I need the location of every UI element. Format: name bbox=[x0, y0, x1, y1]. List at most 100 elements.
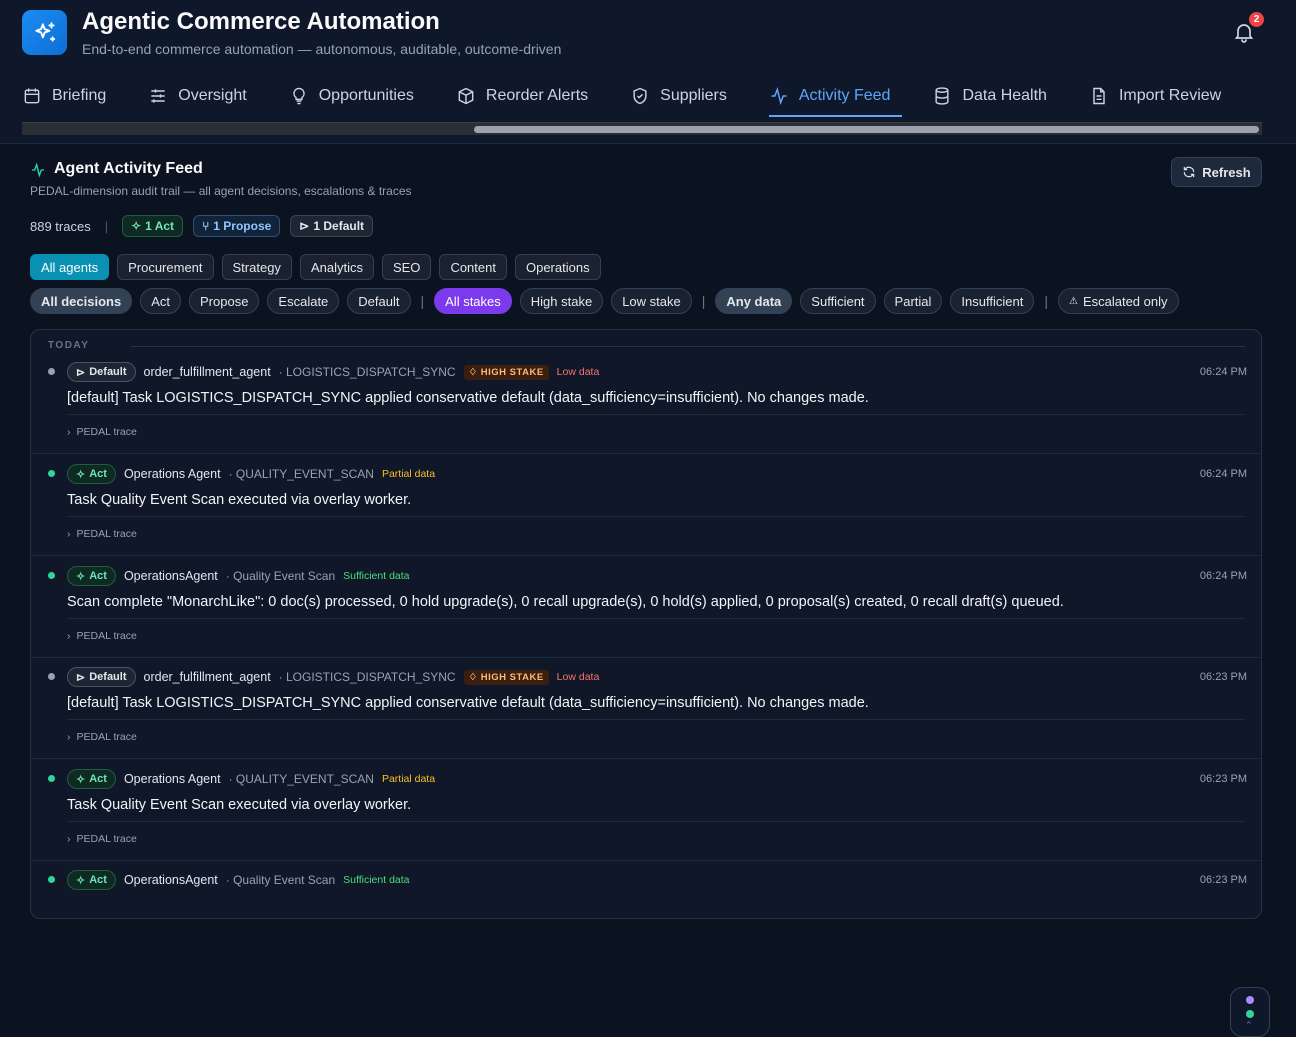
entry-time: 06:23 PM bbox=[1199, 874, 1247, 886]
entry-message: [default] Task LOGISTICS_DISPATCH_SYNC a… bbox=[67, 390, 869, 406]
refresh-button[interactable]: Refresh bbox=[1171, 157, 1262, 187]
filter-strategy[interactable]: Strategy bbox=[221, 254, 292, 280]
decision-badge: ✧ Act bbox=[67, 464, 116, 484]
main-tabs: Briefing Oversight Opportunities Reorder… bbox=[22, 76, 1282, 120]
entry-meta: ⊳ Default order_fulfillment_agent · LOGISTI… bbox=[67, 667, 599, 687]
filter-any-data[interactable]: Any data bbox=[715, 288, 793, 314]
document-icon bbox=[1093, 87, 1105, 105]
trace-label: PEDAL trace bbox=[76, 731, 137, 743]
trace-label: PEDAL trace bbox=[76, 630, 137, 642]
act-count-chip: ✧ 1 Act bbox=[122, 215, 184, 237]
agent-name: OperationsAgent bbox=[123, 569, 218, 583]
data-quality-label: Sufficient data bbox=[343, 874, 410, 886]
entry-time: 06:24 PM bbox=[1199, 570, 1247, 582]
entry-time: 06:23 PM bbox=[1199, 773, 1247, 785]
divider bbox=[67, 414, 1245, 415]
tab-reorder-alerts[interactable]: Reorder Alerts bbox=[456, 76, 600, 116]
sparkles-icon bbox=[34, 21, 55, 42]
section-subtitle: PEDAL-dimension audit trail — all agent … bbox=[30, 184, 412, 198]
pedal-trace-toggle[interactable]: › PEDAL trace bbox=[67, 426, 137, 438]
stake-label: HIGH STAKE bbox=[480, 366, 544, 378]
filter-escalated-only[interactable]: ⚠ Escalated only bbox=[1057, 288, 1179, 314]
tab-oversight[interactable]: Oversight bbox=[148, 76, 258, 116]
entry-time: 06:23 PM bbox=[1199, 671, 1247, 683]
entry-time: 06:24 PM bbox=[1199, 366, 1247, 378]
refresh-label: Refresh bbox=[1202, 164, 1251, 180]
agent-name: order_fulfillment_agent bbox=[143, 365, 271, 379]
filter-content[interactable]: Content bbox=[439, 254, 507, 280]
entry-meta: ✧ Act OperationsAgent · Quality Event Scan S… bbox=[67, 566, 410, 586]
tab-briefing[interactable]: Briefing bbox=[22, 76, 118, 116]
decision-badge: ⊳ Default bbox=[67, 667, 136, 687]
tab-suppliers[interactable]: Suppliers bbox=[630, 76, 739, 116]
filter-insufficient[interactable]: Insufficient bbox=[950, 288, 1035, 314]
stake-badge: ♢ HIGH STAKE bbox=[463, 669, 549, 685]
filter-analytics[interactable]: Analytics bbox=[299, 254, 374, 280]
pedal-trace-toggle[interactable]: › PEDAL trace bbox=[67, 731, 137, 743]
section-title: Agent Activity Feed bbox=[54, 160, 203, 177]
filter-all-stakes[interactable]: All stakes bbox=[434, 288, 512, 314]
task-name: · LOGISTICS_DISPATCH_SYNC bbox=[278, 365, 456, 379]
tabs-scrollbar[interactable] bbox=[22, 122, 1262, 135]
pedal-trace-toggle[interactable]: › PEDAL trace bbox=[67, 630, 137, 642]
tab-import-review[interactable]: Import Review bbox=[1089, 76, 1233, 116]
chevron-right-icon: › bbox=[67, 833, 71, 845]
chevron-right-icon: › bbox=[67, 630, 71, 642]
warning-icon: ⚠ bbox=[1068, 295, 1078, 307]
sparkle-icon: ✧ bbox=[76, 570, 86, 583]
app-logo bbox=[22, 10, 67, 55]
tab-opportunities[interactable]: Opportunities bbox=[289, 76, 426, 116]
filter-partial[interactable]: Partial bbox=[883, 288, 943, 314]
decision-filter-row: All decisions Act Propose Escalate Defau… bbox=[30, 288, 1179, 314]
filter-escalate[interactable]: Escalate bbox=[267, 288, 340, 314]
entry-meta: ✧ Act Operations Agent · QUALITY_EVENT_SCAN… bbox=[67, 769, 435, 789]
activity-feed-section: Agent Activity Feed PEDAL-dimension audi… bbox=[0, 145, 1296, 1037]
sparkle-icon: ✧ bbox=[76, 773, 86, 786]
divider bbox=[67, 719, 1245, 720]
pedal-trace-toggle[interactable]: › PEDAL trace bbox=[67, 833, 137, 845]
status-dot bbox=[48, 673, 55, 680]
agent-name: Operations Agent bbox=[123, 772, 221, 786]
pedal-trace-toggle[interactable]: › PEDAL trace bbox=[67, 528, 137, 540]
tab-activity-feed[interactable]: Activity Feed bbox=[768, 76, 903, 117]
task-name: · QUALITY_EVENT_SCAN bbox=[228, 467, 374, 481]
chevron-right-icon: › bbox=[67, 426, 71, 438]
status-dot bbox=[1246, 996, 1254, 1004]
skip-icon: ⊳ bbox=[299, 219, 310, 233]
app-header: Agentic Commerce Automation End-to-end c… bbox=[0, 0, 1296, 144]
data-quality-label: Partial data bbox=[381, 468, 436, 480]
feed-entry: ✧ Act OperationsAgent · Quality Event Scan S… bbox=[31, 556, 1261, 658]
decision-badge: ✧ Act bbox=[67, 870, 116, 890]
filter-all-agents[interactable]: All agents bbox=[30, 254, 110, 280]
filter-high-stake[interactable]: High stake bbox=[519, 288, 604, 314]
filter-all-decisions[interactable]: All decisions bbox=[30, 288, 133, 314]
divider bbox=[67, 821, 1245, 822]
flame-icon: ♢ bbox=[468, 366, 478, 378]
chip-label: 1 Default bbox=[313, 219, 365, 233]
entry-message: Task Quality Event Scan executed via ove… bbox=[67, 797, 412, 813]
skip-icon: ⊳ bbox=[76, 366, 86, 379]
shield-icon bbox=[633, 87, 647, 105]
status-dot bbox=[1246, 1010, 1254, 1018]
chevron-up-icon: ⌃ bbox=[1245, 1020, 1253, 1030]
floating-widget[interactable]: ⌃ bbox=[1230, 987, 1270, 1037]
tab-data-health[interactable]: Data Health bbox=[932, 76, 1059, 116]
filter-sufficient[interactable]: Sufficient bbox=[800, 288, 876, 314]
filter-act[interactable]: Act bbox=[140, 288, 181, 314]
chip-label: 1 Propose bbox=[213, 219, 272, 233]
divider bbox=[67, 516, 1245, 517]
data-quality-label: Partial data bbox=[381, 773, 436, 785]
filter-default[interactable]: Default bbox=[347, 288, 411, 314]
filter-seo[interactable]: SEO bbox=[381, 254, 432, 280]
tab-label: Data Health bbox=[962, 87, 1047, 104]
filter-low-stake[interactable]: Low stake bbox=[611, 288, 692, 314]
filter-operations[interactable]: Operations bbox=[514, 254, 601, 280]
agent-name: Operations Agent bbox=[123, 467, 221, 481]
entry-time: 06:24 PM bbox=[1199, 468, 1247, 480]
scroll-thumb[interactable] bbox=[474, 126, 1259, 133]
filter-propose[interactable]: Propose bbox=[189, 288, 260, 314]
filter-procurement[interactable]: Procurement bbox=[117, 254, 214, 280]
activity-icon bbox=[771, 86, 787, 106]
decision-badge: ⊳ Default bbox=[67, 362, 136, 382]
filter-label: Escalated only bbox=[1082, 293, 1168, 309]
